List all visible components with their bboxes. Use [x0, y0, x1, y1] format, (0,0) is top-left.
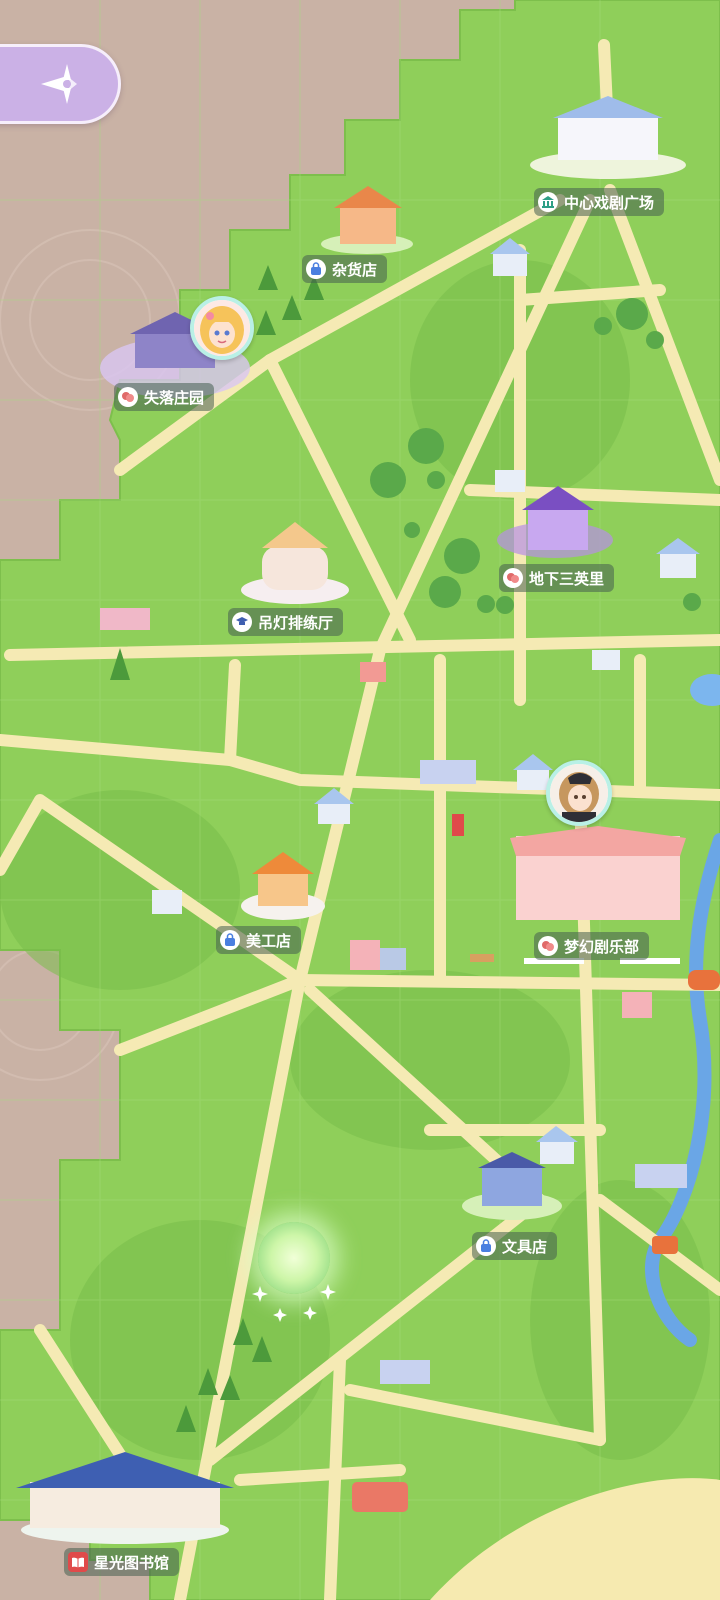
shopping-bag-icon	[306, 259, 326, 279]
location-name: 失落庄园	[144, 388, 205, 407]
city-map[interactable]: 中心戏剧广场 杂货店 失落庄园 地下三英里 吊灯排练厅 美工店 梦幻剧乐部 文具…	[0, 0, 720, 1600]
map-canvas	[0, 0, 720, 1600]
book-icon	[68, 1552, 88, 1572]
label-starlight-library[interactable]: 星光图书馆	[64, 1548, 180, 1576]
graduation-cap-icon	[232, 612, 252, 632]
theater-mask-icon	[118, 387, 138, 407]
label-central-theater-square[interactable]: 中心戏剧广场	[534, 188, 665, 216]
location-name: 星光图书馆	[94, 1553, 170, 1572]
landmark-icon	[538, 192, 558, 212]
shopping-bag-icon	[476, 1236, 496, 1256]
blonde-girl-portrait	[194, 300, 250, 356]
theater-mask-icon	[538, 936, 558, 956]
brown-hair-portrait	[550, 764, 608, 822]
label-art-supply-store[interactable]: 美工店	[216, 926, 302, 954]
character-avatar-brown-hair[interactable]	[546, 760, 612, 826]
location-name: 中心戏剧广场	[564, 193, 655, 212]
sparkle-icon	[252, 1284, 336, 1322]
location-name: 美工店	[246, 931, 292, 950]
label-chandelier-rehearsal-hall[interactable]: 吊灯排练厅	[228, 608, 344, 636]
location-name: 杂货店	[332, 260, 378, 279]
location-name: 文具店	[502, 1237, 548, 1256]
shopping-bag-icon	[220, 930, 240, 950]
location-name: 吊灯排练厅	[258, 613, 334, 632]
location-name: 梦幻剧乐部	[564, 937, 640, 956]
label-general-store[interactable]: 杂货店	[302, 255, 388, 283]
location-name: 地下三英里	[529, 569, 605, 588]
compass-back-icon	[41, 64, 77, 104]
label-lost-manor[interactable]: 失落庄园	[114, 383, 215, 411]
theater-mask-icon	[503, 568, 523, 588]
back-button[interactable]	[0, 44, 121, 124]
label-underground-three-miles[interactable]: 地下三英里	[499, 564, 615, 592]
label-stationery-store[interactable]: 文具店	[472, 1232, 558, 1260]
label-dream-theater-club[interactable]: 梦幻剧乐部	[534, 932, 650, 960]
character-avatar-blonde[interactable]	[190, 296, 254, 360]
